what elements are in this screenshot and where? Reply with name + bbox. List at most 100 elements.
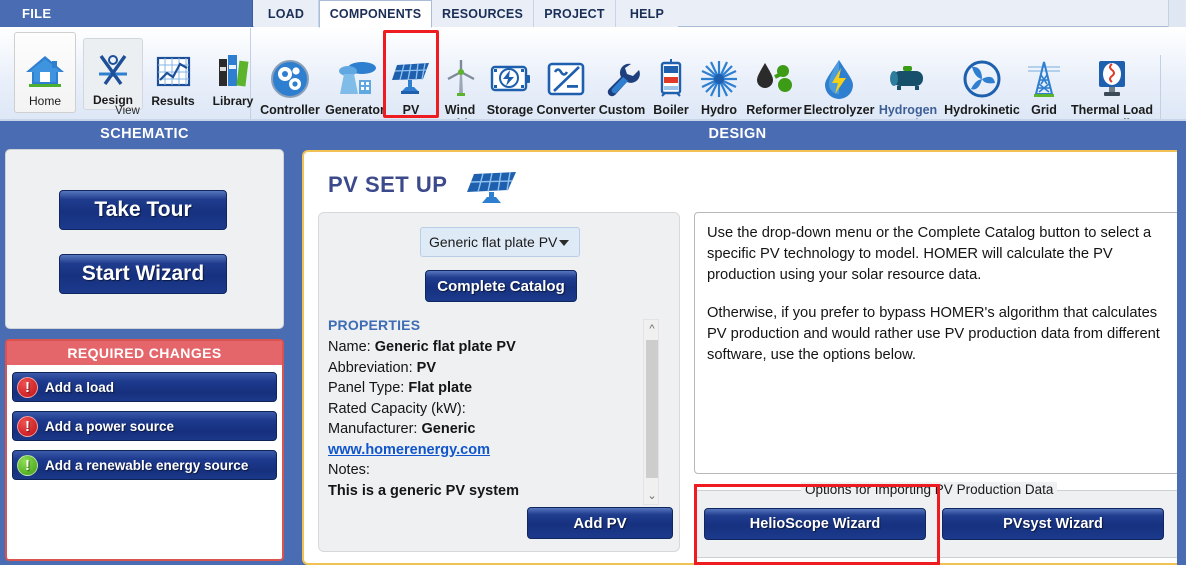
component-button-reformer-label: Reformer: [746, 103, 802, 117]
property-value-abbreviation: PV: [416, 359, 437, 376]
tab-help-label: HELP: [629, 6, 665, 21]
battery-storage-icon: [488, 57, 532, 101]
view-button-library[interactable]: Library: [203, 38, 263, 110]
chart-icon: [153, 50, 193, 94]
home-icon: [24, 50, 66, 94]
start-wizard-button-label: Start Wizard: [81, 262, 205, 285]
start-wizard-button[interactable]: Start Wizard: [59, 254, 227, 294]
required-changes-header-label: REQUIRED CHANGES: [67, 345, 222, 361]
ribbon-tabstrip: FILE LOAD COMPONENTS RESOURCES PROJECT H…: [0, 0, 1186, 28]
hydro-turbine-icon: [698, 57, 740, 101]
chevron-down-icon[interactable]: ⌄: [644, 487, 660, 504]
component-button-custom-label: Custom: [598, 103, 646, 117]
required-item-add-power-source[interactable]: ! Add a power source: [12, 411, 277, 441]
ribbon-group-view-label: View: [115, 105, 140, 117]
required-item-add-renewable-source-label: Add a renewable energy source: [45, 457, 249, 473]
schematic-header-label: SCHEMATIC: [100, 126, 189, 142]
home-button[interactable]: Home: [14, 32, 76, 113]
tab-help[interactable]: HELP: [616, 0, 678, 27]
chevron-down-icon: [559, 240, 569, 246]
component-button-storage-label: Storage: [486, 103, 534, 117]
component-button-grid-label: Grid: [1031, 103, 1057, 117]
pv-type-dropdown-value: Generic flat plate PV: [429, 234, 558, 250]
add-pv-button[interactable]: Add PV: [527, 507, 673, 539]
homer-energy-link[interactable]: www.homerenergy.com: [328, 442, 490, 458]
tab-components[interactable]: COMPONENTS: [319, 0, 432, 28]
component-button-boiler-label: Boiler: [653, 103, 689, 117]
pvsyst-wizard-button[interactable]: PVsyst Wizard: [942, 508, 1164, 540]
controller-gears-icon: [269, 57, 311, 101]
solar-panel-icon: [464, 170, 520, 209]
scrollbar-thumb[interactable]: [646, 340, 658, 478]
required-item-add-load-label: Add a load: [45, 379, 115, 395]
required-item-add-renewable-source[interactable]: ! Add a renewable energy source: [12, 450, 277, 480]
component-button-converter-label: Converter: [536, 103, 596, 117]
property-row-abbreviation: Abbreviation: PV: [328, 360, 638, 376]
pv-type-dropdown[interactable]: Generic flat plate PV: [420, 227, 580, 257]
thermal-load-icon: [1094, 57, 1130, 101]
property-row-link: www.homerenergy.com: [328, 442, 638, 458]
pv-info-paragraph-1: Use the drop-down menu or the Complete C…: [707, 225, 1152, 283]
property-label-panel-type: Panel Type:: [328, 380, 405, 396]
homer-application-window: FILE LOAD COMPONENTS RESOURCES PROJECT H…: [0, 0, 1186, 565]
required-changes-panel: REQUIRED CHANGES ! Add a load ! Add a po…: [5, 339, 284, 561]
generator-plant-icon: [332, 57, 378, 101]
property-label-name: Name:: [328, 339, 371, 355]
view-button-design[interactable]: Design: [83, 38, 143, 110]
tab-load[interactable]: LOAD: [254, 0, 319, 27]
grid-tower-icon: [1024, 57, 1064, 101]
property-value-name: Generic flat plate PV: [374, 339, 516, 355]
schematic-header: SCHEMATIC: [0, 121, 289, 147]
property-row-name: Name: Generic flat plate PV: [328, 339, 638, 355]
schematic-panel: [5, 149, 284, 329]
required-item-add-power-source-label: Add a power source: [45, 418, 175, 434]
chevron-up-icon[interactable]: ^: [644, 320, 660, 337]
tab-components-label: COMPONENTS: [329, 7, 422, 21]
complete-catalog-button[interactable]: Complete Catalog: [425, 270, 577, 302]
property-row-notes-label: Notes:: [328, 462, 638, 478]
pv-selection-card: Generic flat plate PV Complete Catalog P…: [318, 212, 680, 552]
pv-setup-panel: PV SET UP Generic flat plate PV Complete: [302, 150, 1186, 565]
take-tour-button-label: Take Tour: [94, 198, 192, 221]
design-header: DESIGN: [289, 121, 1186, 147]
property-row-rated-capacity: Rated Capacity (kW):: [328, 401, 638, 417]
component-button-generator-label: Generator: [325, 103, 385, 117]
window-right-edge: [1177, 121, 1186, 565]
properties-list: Name: Generic flat plate PV Abbreviation…: [328, 339, 638, 503]
wrench-icon: [601, 57, 643, 101]
property-value-manufacturer: Generic: [421, 421, 476, 437]
tab-file[interactable]: FILE: [0, 0, 253, 27]
add-pv-button-label: Add PV: [573, 514, 627, 532]
alert-green-icon: !: [17, 454, 38, 476]
helioscope-wizard-button[interactable]: HelioScope Wizard: [704, 508, 926, 540]
component-button-pv-label: PV: [402, 103, 420, 117]
electrolyzer-drop-icon: [821, 57, 857, 101]
view-button-results[interactable]: Results: [143, 38, 203, 110]
converter-icon: [545, 57, 587, 101]
hydrokinetic-icon: [961, 57, 1003, 101]
properties-scroll-viewport: Name: Generic flat plate PV Abbreviation…: [319, 309, 649, 509]
boiler-icon: [653, 57, 689, 101]
component-button-hydro-label: Hydro: [700, 103, 738, 117]
complete-catalog-button-label: Complete Catalog: [437, 277, 565, 295]
solar-panel-icon: [389, 57, 433, 101]
pv-info-textbox: Use the drop-down menu or the Complete C…: [694, 212, 1180, 474]
property-label-manufacturer: Manufacturer:: [328, 421, 418, 437]
import-options-group: Options for Importing PV Production Data…: [694, 482, 1180, 558]
property-label-rated-capacity: Rated Capacity (kW):: [328, 400, 466, 417]
tab-file-label: FILE: [22, 6, 52, 21]
property-row-manufacturer: Manufacturer: Generic: [328, 421, 638, 437]
compass-icon: [93, 49, 133, 93]
required-item-add-load[interactable]: ! Add a load: [12, 372, 277, 402]
property-label-abbreviation: Abbreviation:: [328, 359, 413, 376]
ribbon-panel: Home Design Results Library View Control…: [0, 27, 1186, 143]
property-label-notes: Notes:: [328, 462, 370, 478]
properties-scrollbar[interactable]: ^ ⌄: [643, 319, 659, 505]
reformer-icon: [753, 57, 795, 101]
design-header-label: DESIGN: [708, 126, 767, 142]
tab-project[interactable]: PROJECT: [534, 0, 616, 27]
take-tour-button[interactable]: Take Tour: [59, 190, 227, 230]
property-value-panel-type: Flat plate: [408, 380, 473, 396]
hydrogen-tank-icon: [885, 57, 931, 101]
tab-resources[interactable]: RESOURCES: [432, 0, 534, 27]
